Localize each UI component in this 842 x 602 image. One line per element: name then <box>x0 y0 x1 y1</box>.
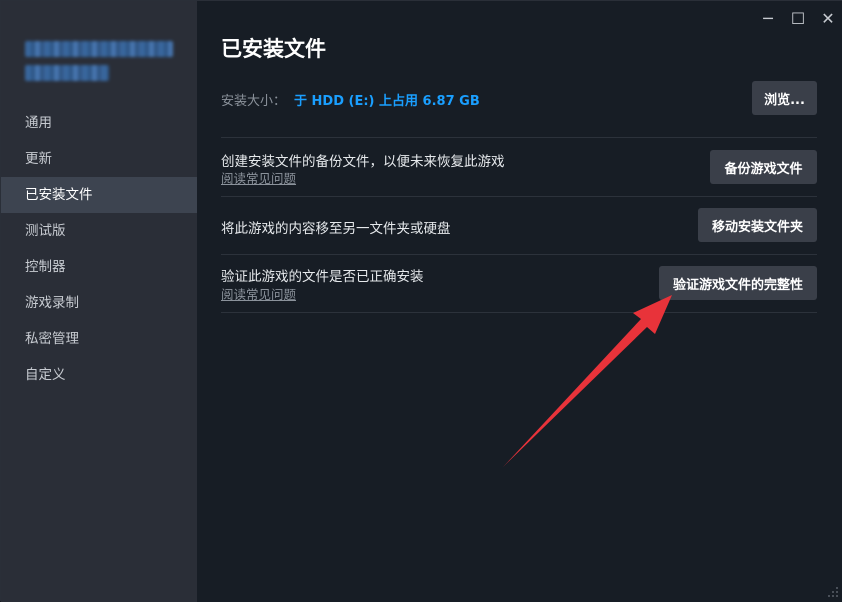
close-button[interactable]: ✕ <box>813 1 842 35</box>
install-size-value: 于 HDD (E:) 上占用 6.87 GB <box>294 94 480 109</box>
main-panel: ─ ☐ ✕ 已安装文件 安装大小：于 HDD (E:) 上占用 6.87 GB … <box>197 1 842 602</box>
sidebar-item-installed-files[interactable]: 已安装文件 <box>1 177 197 213</box>
browse-button[interactable]: 浏览... <box>752 81 817 115</box>
divider <box>221 254 817 255</box>
install-size-label: 安装大小： <box>221 94 287 109</box>
verify-faq-link[interactable]: 阅读常见问题 <box>221 284 296 303</box>
divider <box>221 196 817 197</box>
sidebar-item-betas[interactable]: 测试版 <box>1 213 197 249</box>
backup-description: 创建安装文件的备份文件，以便未来恢复此游戏 <box>221 154 505 170</box>
divider <box>221 312 817 313</box>
sidebar-item-general[interactable]: 通用 <box>1 105 197 141</box>
sidebar-item-updates[interactable]: 更新 <box>1 141 197 177</box>
sidebar-item-privacy[interactable]: 私密管理 <box>1 321 197 357</box>
backup-faq-link[interactable]: 阅读常见问题 <box>221 168 296 187</box>
sidebar-item-controller[interactable]: 控制器 <box>1 249 197 285</box>
move-install-folder-button[interactable]: 移动安装文件夹 <box>698 208 817 242</box>
sidebar-item-customization[interactable]: 自定义 <box>1 357 197 393</box>
divider <box>221 137 817 138</box>
resize-grip-icon[interactable] <box>827 586 839 598</box>
maximize-button[interactable]: ☐ <box>783 1 813 35</box>
sidebar: 通用 更新 已安装文件 测试版 控制器 游戏录制 私密管理 自定义 <box>1 1 197 602</box>
sidebar-nav: 通用 更新 已安装文件 测试版 控制器 游戏录制 私密管理 自定义 <box>1 105 197 393</box>
move-description: 将此游戏的内容移至另一文件夹或硬盘 <box>221 221 451 237</box>
page-title: 已安装文件 <box>221 37 326 61</box>
verify-description: 验证此游戏的文件是否已正确安装 <box>221 269 424 285</box>
install-size: 安装大小： 于 HDD (E:) 上占用 6.87 GB <box>221 90 480 109</box>
backup-game-files-button[interactable]: 备份游戏文件 <box>710 150 817 184</box>
game-title-blurred <box>25 39 175 85</box>
verify-integrity-button[interactable]: 验证游戏文件的完整性 <box>659 266 817 300</box>
minimize-button[interactable]: ─ <box>753 1 783 35</box>
sidebar-item-game-recording[interactable]: 游戏录制 <box>1 285 197 321</box>
properties-window: 通用 更新 已安装文件 测试版 控制器 游戏录制 私密管理 自定义 ─ ☐ ✕ … <box>0 0 842 602</box>
window-controls: ─ ☐ ✕ <box>753 1 842 35</box>
